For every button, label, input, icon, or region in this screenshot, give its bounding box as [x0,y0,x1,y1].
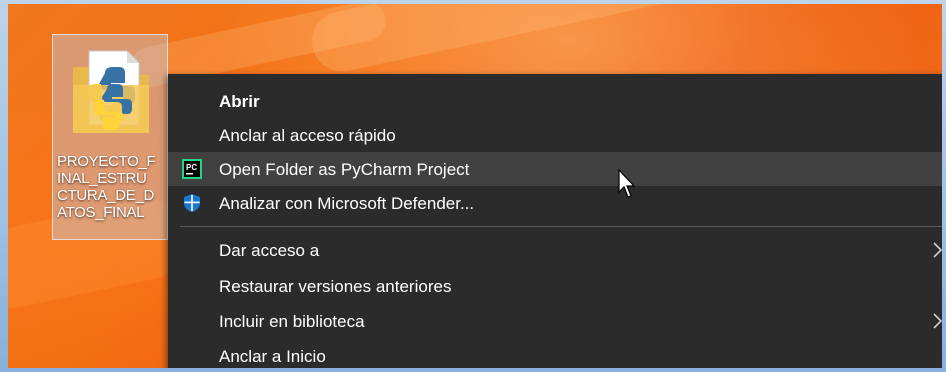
menu-item-anclar-inicio[interactable]: Anclar a Inicio [168,339,942,368]
desktop[interactable]: PROYECTO_F INAL_ESTRU CTURA_DE_D ATOS_FI… [8,4,942,368]
menu-item-label: Anclar a Inicio [219,347,326,366]
desktop-folder-item[interactable]: PROYECTO_F INAL_ESTRU CTURA_DE_D ATOS_FI… [52,34,168,240]
chevron-right-icon [933,242,942,258]
menu-item-abrir[interactable]: Abrir [168,84,942,118]
menu-item-label: Incluir en biblioteca [219,312,365,331]
menu-item-anclar-acceso-rapido[interactable]: Anclar al acceso rápido [168,118,942,152]
svg-text:PC: PC [186,163,197,172]
context-menu: Abrir Anclar al acceso rápido PC Open Fo… [168,74,942,368]
menu-item-label: Anclar al acceso rápido [219,126,396,145]
menu-item-analizar-defender[interactable]: Analizar con Microsoft Defender... [168,186,942,220]
menu-item-label: Open Folder as PyCharm Project [219,160,470,179]
menu-item-dar-acceso[interactable]: Dar acceso a [168,233,942,267]
menu-item-incluir-biblioteca[interactable]: Incluir en biblioteca [168,304,942,338]
menu-item-label: Analizar con Microsoft Defender... [219,194,475,213]
chevron-right-icon [933,313,942,329]
mouse-pointer-icon [618,169,636,198]
menu-item-open-pycharm[interactable]: PC Open Folder as PyCharm Project [168,152,942,186]
menu-separator [180,226,942,227]
desktop-folder-label: PROYECTO_F INAL_ESTRU CTURA_DE_D ATOS_FI… [57,153,156,221]
defender-shield-icon [184,194,200,212]
menu-item-restaurar-versiones[interactable]: Restaurar versiones anteriores [168,269,942,303]
menu-item-label: Dar acceso a [219,241,320,260]
python-folder-icon [73,50,149,133]
menu-item-label: Abrir [219,92,260,111]
pycharm-icon: PC [182,159,202,179]
menu-item-label: Restaurar versiones anteriores [219,277,452,296]
